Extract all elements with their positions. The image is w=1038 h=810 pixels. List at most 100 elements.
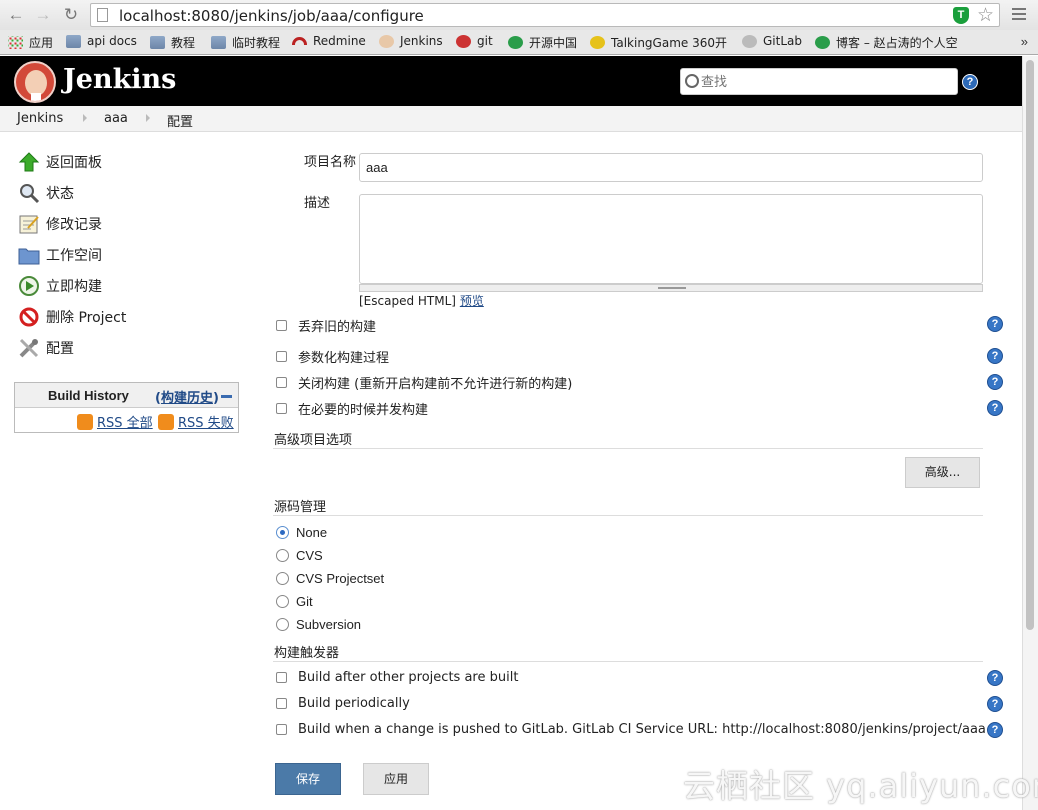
radio[interactable] [276,572,289,585]
oschina-icon [508,36,523,49]
bookmark-talkinggame[interactable]: TalkingGame 360开 [590,34,727,51]
jenkins-title[interactable]: Jenkins [63,64,176,95]
bookmark-gitlab[interactable]: GitLab [742,34,802,48]
shield-extension-icon[interactable]: T [953,7,969,24]
checkbox[interactable] [276,672,287,683]
trigger-periodically[interactable]: Build periodically [276,696,410,711]
help-icon[interactable]: ? [987,400,1003,416]
jenkins-header: Jenkins ? [0,56,1022,106]
page-scrollbar[interactable] [1022,56,1038,810]
project-name-label: 项目名称 [304,155,357,170]
option-disable-build[interactable]: 关闭构建 (重新开启构建前不允许进行新的构建) [276,373,572,392]
task-delete-project[interactable]: 删除 Project [18,306,126,328]
search-input[interactable] [701,72,951,92]
url-text[interactable]: localhost:8080/jenkins/job/aaa/configure [119,7,424,25]
bookmark-git[interactable]: git [456,34,493,48]
scrollbar-thumb[interactable] [1026,60,1034,630]
checkbox[interactable] [276,724,287,735]
bookmarks-bar: 应用 api docs 教程 临时教程 Redmine Jenkins git … [0,30,1038,55]
task-configure[interactable]: 配置 [18,337,74,359]
rss-all-link[interactable]: RSS 全部 [77,412,153,431]
bookmark-api-docs[interactable]: api docs [66,34,137,48]
scm-option-none[interactable]: None [276,525,327,540]
notepad-icon [18,213,40,235]
checkbox[interactable] [276,377,287,388]
forward-icon[interactable]: → [33,5,53,25]
trigger-after-other-projects[interactable]: Build after other projects are built [276,670,518,685]
task-build-now[interactable]: 立即构建 [18,275,102,297]
folder-icon [18,244,40,266]
bookmarks-more[interactable]: » [1021,34,1028,49]
scm-option-subversion[interactable]: Subversion [276,617,361,632]
description-textarea[interactable] [359,194,983,284]
help-icon[interactable]: ? [962,74,978,90]
breadcrumb-jenkins[interactable]: Jenkins [17,111,63,126]
help-icon[interactable]: ? [987,696,1003,712]
help-icon[interactable]: ? [987,374,1003,390]
jenkins-icon [379,34,394,48]
bookmark-blog[interactable]: 博客 – 赵占涛的个人空 [815,34,958,51]
checkbox[interactable] [276,351,287,362]
browser-menu-icon[interactable] [1012,8,1026,23]
reload-icon[interactable]: ↻ [61,5,81,25]
bookmark-apps[interactable]: 应用 [8,34,53,51]
textarea-resize-handle[interactable] [359,284,983,292]
checkbox[interactable] [276,698,287,709]
breadcrumb-separator-icon [83,114,87,122]
preview-link[interactable]: 预览 [460,294,484,308]
breadcrumb-configure[interactable]: 配置 [167,111,193,130]
help-icon[interactable]: ? [987,316,1003,332]
radio[interactable] [276,549,289,562]
bookmark-temp-tutorial[interactable]: 临时教程 [211,34,280,51]
search-icon [685,74,699,88]
breadcrumb: Jenkins aaa 配置 [0,106,1022,132]
trigger-gitlab-push[interactable]: Build when a change is pushed to GitLab.… [276,722,986,737]
task-back-to-dashboard[interactable]: 返回面板 [18,151,102,173]
build-history-title: Build History [48,388,129,403]
checkbox[interactable] [276,403,287,414]
option-discard-old-builds[interactable]: 丢弃旧的构建 [276,316,376,335]
save-button[interactable]: 保存 [275,763,341,795]
radio[interactable] [276,595,289,608]
search-box[interactable] [680,68,958,95]
talkinggame-icon [590,36,605,49]
bookmark-jenkins[interactable]: Jenkins [379,34,443,48]
option-parameterized[interactable]: 参数化构建过程 [276,347,389,366]
description-label: 描述 [304,196,331,211]
bookmark-oschina[interactable]: 开源中国 [508,34,577,51]
bookmark-tutorial[interactable]: 教程 [150,34,195,51]
gitlab-icon [742,34,757,48]
build-history-link[interactable]: (构建历史) [155,387,219,406]
task-workspace[interactable]: 工作空间 [18,244,102,266]
scm-option-git[interactable]: Git [276,594,313,609]
radio-selected[interactable] [276,526,289,539]
task-changes[interactable]: 修改记录 [18,213,102,235]
rss-failed-link[interactable]: RSS 失败 [158,412,234,431]
bookmark-star-icon[interactable]: ☆ [977,4,994,27]
clock-build-icon [18,275,40,297]
help-icon[interactable]: ? [987,670,1003,686]
task-status[interactable]: 状态 [18,182,74,204]
jenkins-logo[interactable] [14,61,56,103]
scm-option-cvs[interactable]: CVS [276,548,323,563]
radio[interactable] [276,618,289,631]
divider [273,448,983,449]
option-concurrent-build[interactable]: 在必要的时候并发构建 [276,399,428,418]
bookmark-redmine[interactable]: Redmine [292,34,366,48]
help-icon[interactable]: ? [987,348,1003,364]
collapse-icon[interactable] [221,395,232,398]
breadcrumb-separator-icon [146,114,150,122]
checkbox[interactable] [276,320,287,331]
breadcrumb-job[interactable]: aaa [104,111,128,126]
apply-button[interactable]: 应用 [363,763,429,795]
back-icon[interactable]: ← [6,5,26,25]
project-name-input[interactable]: aaa [359,153,983,182]
advanced-button[interactable]: 高级... [905,457,980,488]
git-icon [456,34,471,48]
blog-icon [815,36,830,49]
address-bar[interactable]: localhost:8080/jenkins/job/aaa/configure… [90,3,1000,27]
rss-icon [77,413,93,430]
advanced-options-title: 高级项目选项 [274,433,353,448]
scm-option-cvs-projectset[interactable]: CVS Projectset [276,571,384,586]
help-icon[interactable]: ? [987,722,1003,738]
